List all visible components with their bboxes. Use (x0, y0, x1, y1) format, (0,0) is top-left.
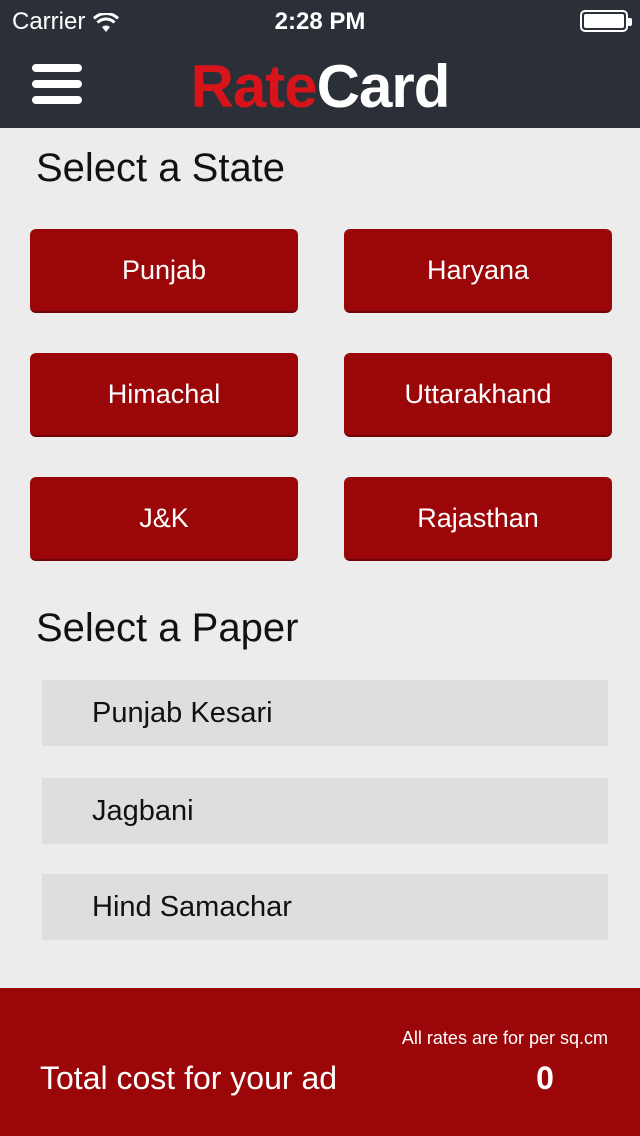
battery-icon (580, 10, 632, 32)
paper-item-punjab-kesari[interactable]: Punjab Kesari (42, 680, 608, 746)
state-button-haryana[interactable]: Haryana (344, 229, 612, 313)
state-button-punjab[interactable]: Punjab (30, 229, 298, 313)
state-button-uttarakhand[interactable]: Uttarakhand (344, 353, 612, 437)
paper-item-jagbani[interactable]: Jagbani (42, 778, 608, 844)
state-button-jk[interactable]: J&K (30, 477, 298, 561)
battery-level (584, 14, 624, 28)
state-button-himachal[interactable]: Himachal (30, 353, 298, 437)
total-cost-value: 0 (536, 1060, 554, 1096)
app-logo: RateCard (0, 52, 640, 121)
status-time: 2:28 PM (274, 8, 366, 35)
total-cost-label: Total cost for your ad (40, 1060, 338, 1096)
paper-item-hind-samachar[interactable]: Hind Samachar (42, 874, 608, 940)
state-button-rajasthan[interactable]: Rajasthan (344, 477, 612, 561)
rates-note: All rates are for per sq.cm (401, 1028, 608, 1048)
select-paper-heading: Select a Paper (36, 606, 299, 650)
app-header: Carrier 2:28 PM RateCard (0, 0, 640, 128)
total-cost-footer: All rates are for per sq.cm Total cost f… (0, 988, 640, 1136)
select-state-heading: Select a State (36, 146, 286, 190)
logo-rate-text: Rate (190, 53, 318, 120)
status-bar: Carrier 2:28 PM (0, 0, 640, 40)
logo-card-text: Card (316, 53, 451, 120)
